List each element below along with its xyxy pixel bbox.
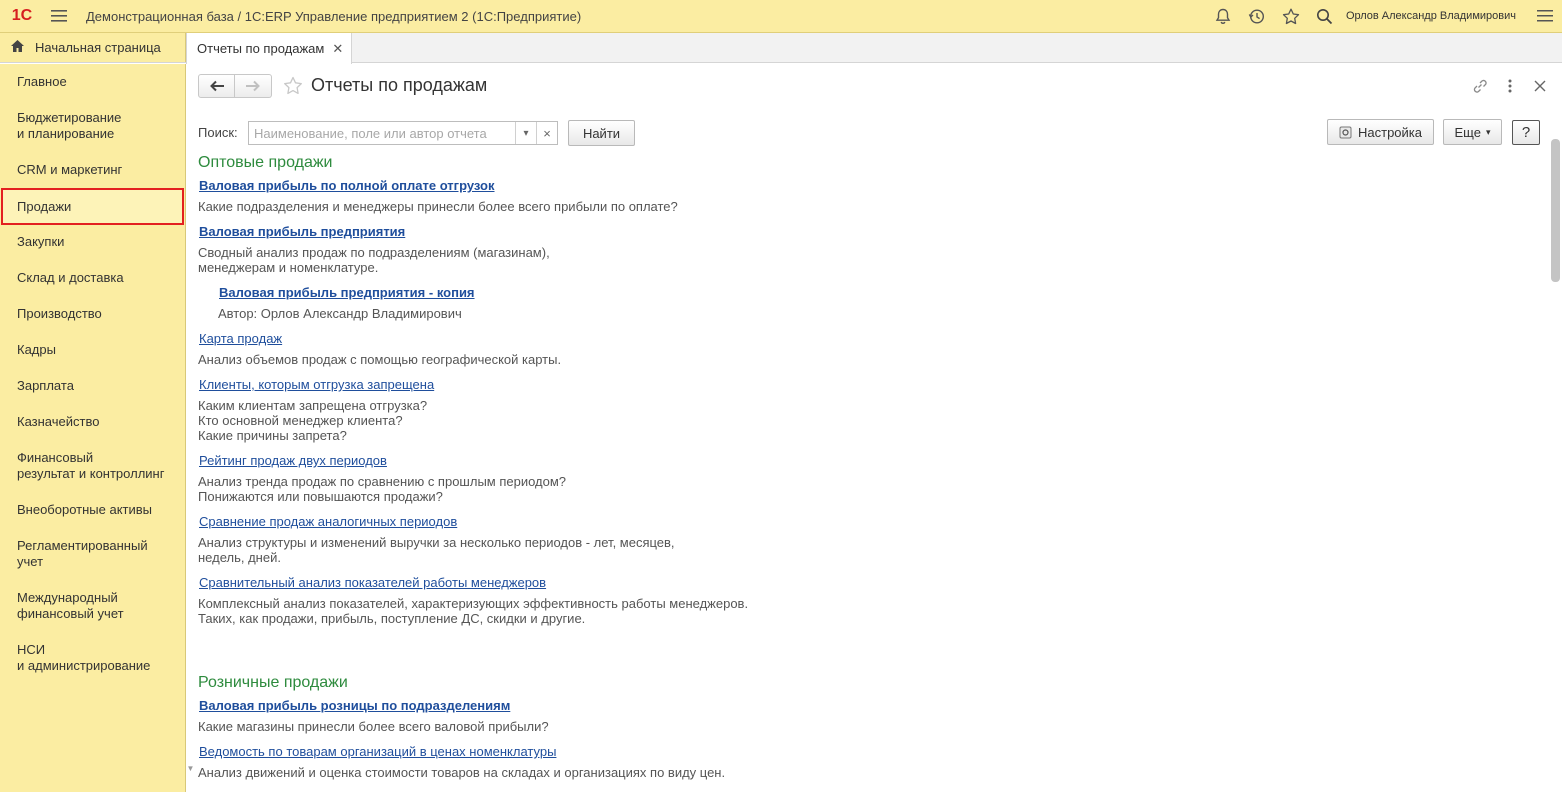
report-description: Каким клиентам запрещена отгрузка? Кто о…: [198, 398, 428, 443]
report-description: Автор: Орлов Александр Владимирович: [218, 306, 462, 321]
report-description: Анализ тренда продаж по сравнению с прош…: [198, 474, 567, 504]
report-description: Какие подразделения и менеджеры принесли…: [198, 199, 678, 214]
history-icon[interactable]: [1240, 0, 1274, 33]
search-field[interactable]: ▾ ×: [248, 121, 558, 145]
search-icon[interactable]: [1308, 0, 1342, 33]
find-button[interactable]: Найти: [568, 120, 635, 146]
more-button[interactable]: Еще ▾: [1443, 119, 1502, 145]
sidebar-item-payroll[interactable]: Зарплата: [0, 378, 186, 394]
scroll-down-icon[interactable]: ▼: [186, 764, 195, 773]
report-description: Какие магазины принесли более всего вало…: [198, 719, 549, 734]
group-title-wholesale: Оптовые продажи: [198, 154, 333, 171]
settings-gear-icon: [1339, 126, 1352, 139]
report-description: Анализ структуры и изменений выручки за …: [198, 535, 675, 565]
tab-home[interactable]: Начальная страница: [0, 33, 186, 62]
tab-home-label: Начальная страница: [35, 40, 161, 55]
sidebar-item-financial-result[interactable]: Финансовый результат и контроллинг: [0, 450, 186, 482]
report-description: Анализ объемов продаж с помощью географи…: [198, 352, 562, 367]
sidebar-item-warehouse[interactable]: Склад и доставка: [0, 270, 186, 286]
search-label: Поиск:: [198, 125, 238, 140]
sidebar-item-main[interactable]: Главное: [0, 74, 186, 90]
favorite-star-icon[interactable]: [283, 76, 303, 98]
hamburger-icon[interactable]: [44, 0, 74, 33]
report-link[interactable]: Рейтинг продаж двух периодов: [199, 453, 387, 468]
clear-search-icon[interactable]: ×: [536, 122, 557, 144]
settings-icon[interactable]: [1528, 0, 1562, 33]
tab-sales-reports[interactable]: Отчеты по продажам ✕: [186, 33, 353, 64]
scrollbar-thumb[interactable]: [1551, 139, 1560, 282]
search-input[interactable]: [249, 122, 515, 144]
report-link[interactable]: Валовая прибыль розницы по подразделения…: [199, 698, 510, 713]
close-icon[interactable]: ✕: [332, 41, 343, 57]
sidebar-item-purchases[interactable]: Закупки: [0, 234, 186, 250]
tab-sales-reports-label: Отчеты по продажам: [197, 41, 325, 56]
back-button[interactable]: [198, 74, 235, 98]
report-link[interactable]: Сравнительный анализ показателей работы …: [199, 575, 546, 590]
close-window-icon[interactable]: [1530, 76, 1550, 96]
chevron-down-icon: ▾: [1485, 126, 1491, 137]
dropdown-arrow-icon[interactable]: ▾: [515, 122, 536, 144]
title-bar: 1С Демонстрационная база / 1С:ERP Управл…: [0, 0, 1562, 33]
settings-button-label: Настройка: [1358, 124, 1422, 140]
report-description: Сводный анализ продаж по подразделениям …: [198, 245, 550, 275]
report-description: Комплексный анализ показателей, характер…: [198, 596, 749, 626]
sidebar-item-budgeting[interactable]: Бюджетирование и планирование: [0, 110, 186, 142]
vertical-scrollbar[interactable]: [1551, 139, 1560, 757]
help-button[interactable]: ?: [1512, 120, 1540, 145]
sidebar-item-international-accounting[interactable]: Международный финансовый учет: [0, 590, 186, 622]
sidebar-item-treasury[interactable]: Казначейство: [0, 414, 186, 430]
more-vertical-icon[interactable]: [1500, 76, 1520, 96]
report-description: Анализ движений и оценка стоимости товар…: [198, 765, 726, 780]
bell-icon[interactable]: [1206, 0, 1240, 33]
settings-button[interactable]: Настройка: [1327, 119, 1434, 145]
report-link[interactable]: Сравнение продаж аналогичных периодов: [199, 514, 457, 529]
report-link[interactable]: Ведомость по товарам организаций в ценах…: [199, 744, 556, 759]
sidebar-item-regulated-accounting[interactable]: Регламентированный учет: [0, 538, 186, 570]
tab-bar: Начальная страница Отчеты по продажам ✕: [0, 33, 1562, 64]
more-button-label: Еще: [1454, 124, 1481, 140]
sidebar-item-crm[interactable]: CRM и маркетинг: [0, 162, 186, 178]
sidebar-item-fixed-assets[interactable]: Внеоборотные активы: [0, 502, 186, 518]
report-link[interactable]: Клиенты, которым отгрузка запрещена: [199, 377, 434, 392]
sidebar: Главное Бюджетирование и планирование CR…: [0, 64, 186, 792]
app-logo[interactable]: 1С: [0, 0, 44, 33]
sidebar-item-administration[interactable]: НСИ и администрирование: [0, 642, 186, 674]
user-name[interactable]: Орлов Александр Владимирович: [1346, 10, 1516, 22]
report-link[interactable]: Валовая прибыль по полной оплате отгрузо…: [199, 178, 495, 193]
home-icon: [10, 39, 25, 56]
sidebar-item-sales[interactable]: Продажи: [1, 188, 184, 225]
forward-button[interactable]: [235, 74, 272, 98]
report-link[interactable]: Валовая прибыль предприятия: [199, 224, 405, 239]
sidebar-item-production[interactable]: Производство: [0, 306, 186, 322]
report-link[interactable]: Карта продаж: [199, 331, 282, 346]
sidebar-item-hr[interactable]: Кадры: [0, 342, 186, 358]
app-title: Демонстрационная база / 1С:ERP Управлени…: [86, 8, 582, 24]
link-icon[interactable]: [1470, 76, 1490, 96]
star-icon[interactable]: [1274, 0, 1308, 33]
group-title-retail: Розничные продажи: [198, 674, 348, 691]
page-title: Отчеты по продажам: [311, 75, 488, 95]
main-content: Отчеты по продажам Поиск: ▾ × Найти Наст…: [186, 64, 1562, 792]
report-link[interactable]: Валовая прибыль предприятия - копия: [219, 285, 475, 300]
